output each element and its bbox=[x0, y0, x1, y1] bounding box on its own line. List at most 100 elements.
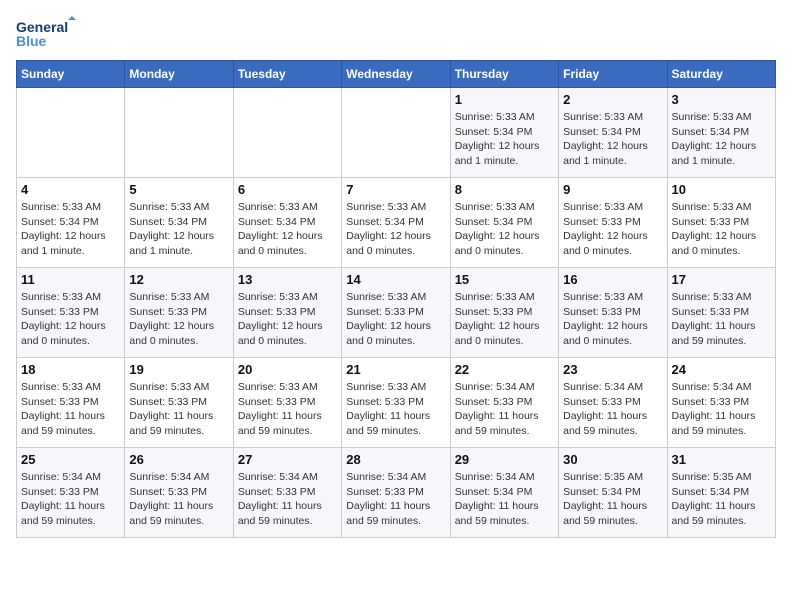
day-info: Sunrise: 5:35 AM Sunset: 5:34 PM Dayligh… bbox=[672, 470, 771, 529]
calendar-week-5: 25 Sunrise: 5:34 AM Sunset: 5:33 PM Dayli… bbox=[17, 448, 776, 538]
calendar-cell: 28 Sunrise: 5:34 AM Sunset: 5:33 PM Dayli… bbox=[342, 448, 450, 538]
day-number: 28 bbox=[346, 452, 445, 467]
day-number: 5 bbox=[129, 182, 228, 197]
logo-svg: General Blue bbox=[16, 16, 76, 50]
day-info: Sunrise: 5:33 AM Sunset: 5:34 PM Dayligh… bbox=[455, 200, 554, 259]
calendar-cell: 17 Sunrise: 5:33 AM Sunset: 5:33 PM Dayli… bbox=[667, 268, 775, 358]
day-info: Sunrise: 5:34 AM Sunset: 5:33 PM Dayligh… bbox=[346, 470, 445, 529]
col-header-thursday: Thursday bbox=[450, 61, 558, 88]
page-header: General Blue bbox=[16, 16, 776, 50]
calendar-cell bbox=[233, 88, 341, 178]
day-number: 3 bbox=[672, 92, 771, 107]
day-info: Sunrise: 5:34 AM Sunset: 5:33 PM Dayligh… bbox=[21, 470, 120, 529]
day-number: 27 bbox=[238, 452, 337, 467]
calendar-table: SundayMondayTuesdayWednesdayThursdayFrid… bbox=[16, 60, 776, 538]
day-number: 17 bbox=[672, 272, 771, 287]
day-number: 29 bbox=[455, 452, 554, 467]
col-header-friday: Friday bbox=[559, 61, 667, 88]
day-info: Sunrise: 5:33 AM Sunset: 5:34 PM Dayligh… bbox=[346, 200, 445, 259]
day-number: 26 bbox=[129, 452, 228, 467]
day-number: 25 bbox=[21, 452, 120, 467]
calendar-cell: 10 Sunrise: 5:33 AM Sunset: 5:33 PM Dayli… bbox=[667, 178, 775, 268]
day-info: Sunrise: 5:33 AM Sunset: 5:34 PM Dayligh… bbox=[563, 110, 662, 169]
day-info: Sunrise: 5:33 AM Sunset: 5:33 PM Dayligh… bbox=[129, 290, 228, 349]
calendar-cell bbox=[17, 88, 125, 178]
day-number: 4 bbox=[21, 182, 120, 197]
day-info: Sunrise: 5:33 AM Sunset: 5:33 PM Dayligh… bbox=[672, 290, 771, 349]
calendar-cell: 23 Sunrise: 5:34 AM Sunset: 5:33 PM Dayli… bbox=[559, 358, 667, 448]
day-info: Sunrise: 5:33 AM Sunset: 5:33 PM Dayligh… bbox=[346, 380, 445, 439]
day-number: 19 bbox=[129, 362, 228, 377]
day-info: Sunrise: 5:34 AM Sunset: 5:33 PM Dayligh… bbox=[238, 470, 337, 529]
day-number: 18 bbox=[21, 362, 120, 377]
calendar-cell: 7 Sunrise: 5:33 AM Sunset: 5:34 PM Daylig… bbox=[342, 178, 450, 268]
calendar-cell: 20 Sunrise: 5:33 AM Sunset: 5:33 PM Dayli… bbox=[233, 358, 341, 448]
day-number: 23 bbox=[563, 362, 662, 377]
calendar-cell: 1Sunrise: 5:33 AM Sunset: 5:34 PM Daylig… bbox=[450, 88, 558, 178]
day-info: Sunrise: 5:34 AM Sunset: 5:33 PM Dayligh… bbox=[129, 470, 228, 529]
day-info: Sunrise: 5:33 AM Sunset: 5:33 PM Dayligh… bbox=[21, 380, 120, 439]
calendar-week-2: 4 Sunrise: 5:33 AM Sunset: 5:34 PM Daylig… bbox=[17, 178, 776, 268]
day-info: Sunrise: 5:34 AM Sunset: 5:33 PM Dayligh… bbox=[455, 380, 554, 439]
calendar-cell: 2 Sunrise: 5:33 AM Sunset: 5:34 PM Daylig… bbox=[559, 88, 667, 178]
day-info: Sunrise: 5:33 AM Sunset: 5:33 PM Dayligh… bbox=[129, 380, 228, 439]
calendar-cell: 14 Sunrise: 5:33 AM Sunset: 5:33 PM Dayli… bbox=[342, 268, 450, 358]
day-number: 10 bbox=[672, 182, 771, 197]
calendar-cell: 13Sunrise: 5:33 AM Sunset: 5:33 PM Dayli… bbox=[233, 268, 341, 358]
day-info: Sunrise: 5:35 AM Sunset: 5:34 PM Dayligh… bbox=[563, 470, 662, 529]
calendar-week-4: 18 Sunrise: 5:33 AM Sunset: 5:33 PM Dayli… bbox=[17, 358, 776, 448]
col-header-tuesday: Tuesday bbox=[233, 61, 341, 88]
day-info: Sunrise: 5:33 AM Sunset: 5:34 PM Dayligh… bbox=[455, 110, 554, 169]
day-number: 7 bbox=[346, 182, 445, 197]
day-number: 16 bbox=[563, 272, 662, 287]
calendar-cell: 5Sunrise: 5:33 AM Sunset: 5:34 PM Daylig… bbox=[125, 178, 233, 268]
calendar-header-row: SundayMondayTuesdayWednesdayThursdayFrid… bbox=[17, 61, 776, 88]
day-info: Sunrise: 5:33 AM Sunset: 5:33 PM Dayligh… bbox=[346, 290, 445, 349]
calendar-cell: 3 Sunrise: 5:33 AM Sunset: 5:34 PM Daylig… bbox=[667, 88, 775, 178]
day-number: 9 bbox=[563, 182, 662, 197]
day-info: Sunrise: 5:33 AM Sunset: 5:34 PM Dayligh… bbox=[672, 110, 771, 169]
calendar-cell bbox=[125, 88, 233, 178]
day-info: Sunrise: 5:33 AM Sunset: 5:33 PM Dayligh… bbox=[672, 200, 771, 259]
svg-text:Blue: Blue bbox=[16, 33, 47, 49]
day-number: 6 bbox=[238, 182, 337, 197]
calendar-cell: 19 Sunrise: 5:33 AM Sunset: 5:33 PM Dayli… bbox=[125, 358, 233, 448]
calendar-cell: 16Sunrise: 5:33 AM Sunset: 5:33 PM Dayli… bbox=[559, 268, 667, 358]
calendar-cell: 15Sunrise: 5:33 AM Sunset: 5:33 PM Dayli… bbox=[450, 268, 558, 358]
day-number: 30 bbox=[563, 452, 662, 467]
day-info: Sunrise: 5:34 AM Sunset: 5:33 PM Dayligh… bbox=[563, 380, 662, 439]
day-number: 22 bbox=[455, 362, 554, 377]
calendar-cell: 6 Sunrise: 5:33 AM Sunset: 5:34 PM Daylig… bbox=[233, 178, 341, 268]
day-info: Sunrise: 5:33 AM Sunset: 5:33 PM Dayligh… bbox=[238, 290, 337, 349]
day-number: 31 bbox=[672, 452, 771, 467]
calendar-cell bbox=[342, 88, 450, 178]
day-number: 2 bbox=[563, 92, 662, 107]
col-header-wednesday: Wednesday bbox=[342, 61, 450, 88]
calendar-cell: 12Sunrise: 5:33 AM Sunset: 5:33 PM Dayli… bbox=[125, 268, 233, 358]
calendar-cell: 24 Sunrise: 5:34 AM Sunset: 5:33 PM Dayli… bbox=[667, 358, 775, 448]
day-number: 24 bbox=[672, 362, 771, 377]
calendar-cell: 25 Sunrise: 5:34 AM Sunset: 5:33 PM Dayli… bbox=[17, 448, 125, 538]
day-info: Sunrise: 5:34 AM Sunset: 5:33 PM Dayligh… bbox=[672, 380, 771, 439]
calendar-cell: 29Sunrise: 5:34 AM Sunset: 5:34 PM Dayli… bbox=[450, 448, 558, 538]
day-number: 15 bbox=[455, 272, 554, 287]
calendar-cell: 27 Sunrise: 5:34 AM Sunset: 5:33 PM Dayli… bbox=[233, 448, 341, 538]
day-number: 20 bbox=[238, 362, 337, 377]
calendar-week-3: 11Sunrise: 5:33 AM Sunset: 5:33 PM Dayli… bbox=[17, 268, 776, 358]
calendar-cell: 26 Sunrise: 5:34 AM Sunset: 5:33 PM Dayli… bbox=[125, 448, 233, 538]
calendar-cell: 22 Sunrise: 5:34 AM Sunset: 5:33 PM Dayli… bbox=[450, 358, 558, 448]
day-number: 21 bbox=[346, 362, 445, 377]
col-header-monday: Monday bbox=[125, 61, 233, 88]
day-number: 14 bbox=[346, 272, 445, 287]
calendar-cell: 18 Sunrise: 5:33 AM Sunset: 5:33 PM Dayli… bbox=[17, 358, 125, 448]
calendar-week-1: 1Sunrise: 5:33 AM Sunset: 5:34 PM Daylig… bbox=[17, 88, 776, 178]
col-header-saturday: Saturday bbox=[667, 61, 775, 88]
day-number: 8 bbox=[455, 182, 554, 197]
day-info: Sunrise: 5:33 AM Sunset: 5:33 PM Dayligh… bbox=[238, 380, 337, 439]
day-info: Sunrise: 5:33 AM Sunset: 5:33 PM Dayligh… bbox=[563, 200, 662, 259]
calendar-cell: 31 Sunrise: 5:35 AM Sunset: 5:34 PM Dayli… bbox=[667, 448, 775, 538]
day-info: Sunrise: 5:33 AM Sunset: 5:33 PM Dayligh… bbox=[21, 290, 120, 349]
day-info: Sunrise: 5:33 AM Sunset: 5:34 PM Dayligh… bbox=[238, 200, 337, 259]
calendar-cell: 11Sunrise: 5:33 AM Sunset: 5:33 PM Dayli… bbox=[17, 268, 125, 358]
calendar-cell: 21 Sunrise: 5:33 AM Sunset: 5:33 PM Dayli… bbox=[342, 358, 450, 448]
